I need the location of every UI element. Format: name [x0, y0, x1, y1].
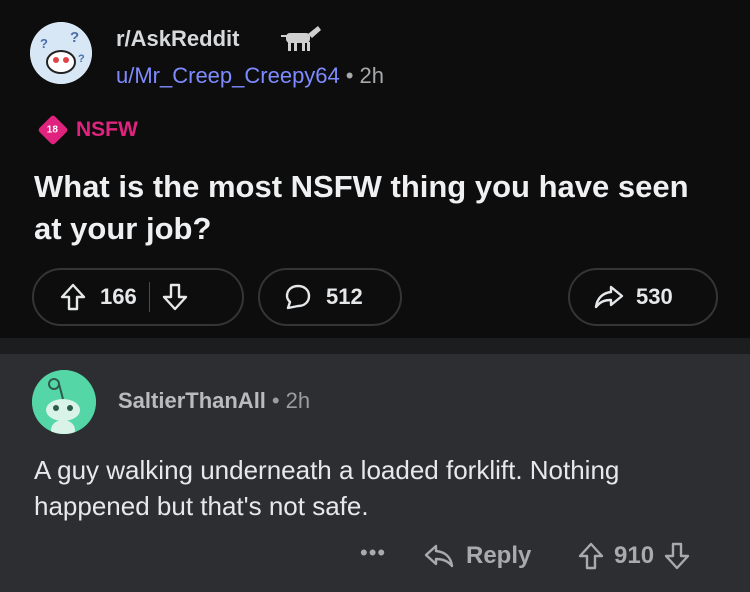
upvote-icon[interactable]: [60, 283, 86, 311]
comment-body: A guy walking underneath a loaded forkli…: [34, 455, 620, 521]
reply-label: Reply: [466, 542, 532, 569]
share-count: 530: [636, 284, 673, 309]
reply-button[interactable]: Reply: [424, 542, 531, 570]
nsfw-label: NSFW: [76, 118, 138, 141]
subreddit-avatar-icon[interactable]: ? ? ?: [30, 22, 92, 84]
svg-text:?: ?: [40, 36, 48, 51]
comment-separator: •: [271, 388, 280, 413]
share-button[interactable]: 530: [568, 268, 718, 326]
snoo-avatar-icon[interactable]: [32, 370, 96, 434]
comment-vote-count: 910: [614, 542, 655, 569]
post-author[interactable]: u/Mr_Creep_Creepy64: [116, 63, 340, 88]
section-divider: [0, 338, 750, 354]
comment-votes: 910: [578, 542, 690, 570]
comment-actions: ••• Reply 910: [0, 540, 750, 580]
vote-bar: 166: [32, 268, 244, 326]
comment-author[interactable]: SaltierThanAll: [118, 388, 266, 413]
comment-count: 512: [326, 284, 363, 309]
post-time: 2h: [359, 63, 384, 88]
more-options-button[interactable]: •••: [360, 540, 386, 566]
meta-separator: •: [345, 63, 354, 88]
subreddit-name[interactable]: r/AskReddit: [116, 26, 239, 52]
post-card: ? ? ? r/AskReddit u/Mr_Creep_Creepy64 • 2h…: [0, 0, 750, 338]
upvote-count: 166: [100, 284, 137, 309]
post-meta: u/Mr_Creep_Creepy64 • 2h: [116, 63, 384, 89]
downvote-icon[interactable]: [162, 283, 188, 311]
comment-icon: [284, 283, 312, 311]
nsfw-tag: 18 NSFW: [37, 114, 138, 146]
vote-divider: [148, 282, 150, 312]
comments-button[interactable]: 512: [258, 268, 402, 326]
svg-text:?: ?: [78, 53, 85, 65]
nsfw-age: 18: [47, 124, 59, 136]
reply-icon: [424, 543, 454, 569]
svg-text:?: ?: [70, 29, 79, 46]
share-icon: [594, 284, 624, 310]
post-title[interactable]: What is the most NSFW thing you have see…: [34, 166, 724, 250]
comment-meta: SaltierThanAll • 2h: [118, 388, 310, 414]
donkey-flair-icon: [278, 24, 322, 57]
nsfw-badge-icon: 18: [37, 114, 69, 146]
comment-time: 2h: [285, 388, 311, 413]
upvote-icon[interactable]: [578, 542, 604, 570]
downvote-icon[interactable]: [664, 542, 690, 570]
